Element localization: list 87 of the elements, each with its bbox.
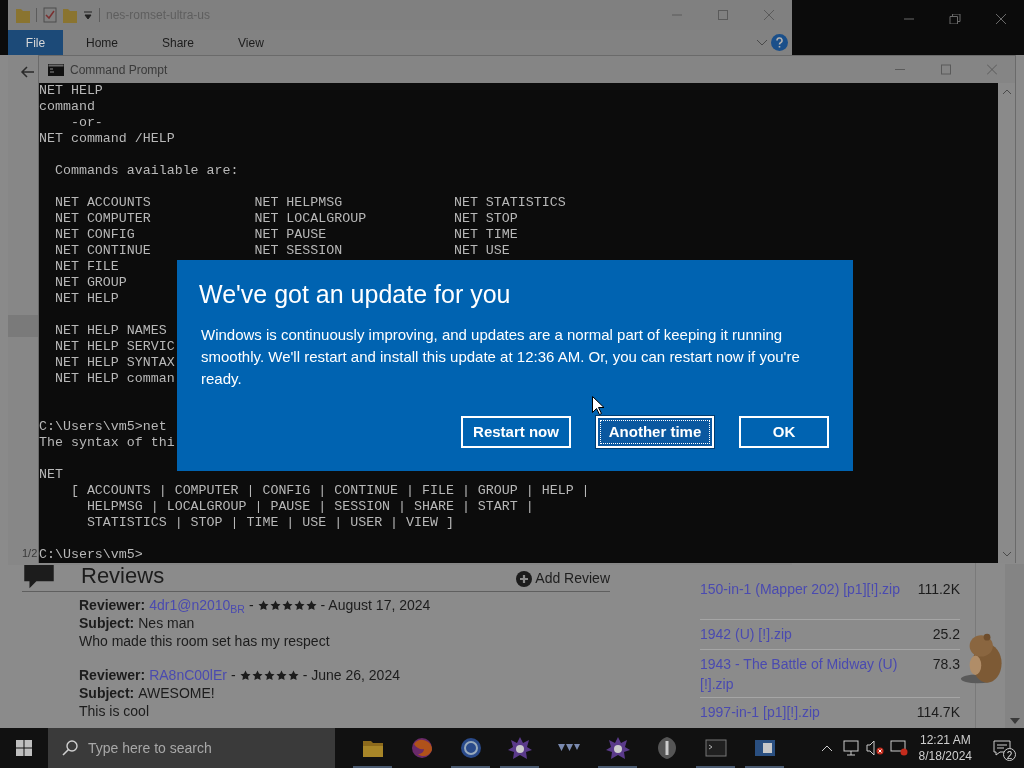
scrollbar[interactable] xyxy=(998,83,1015,563)
volume-muted-icon[interactable] xyxy=(865,740,884,756)
help-icon[interactable] xyxy=(771,34,788,51)
console-line: NET HELP comman xyxy=(53,371,175,387)
ribbon-tab[interactable]: View xyxy=(223,30,279,55)
network-icon[interactable] xyxy=(841,740,860,756)
cursor-icon xyxy=(592,396,604,415)
review-subject: Nes man xyxy=(138,614,195,632)
review-date: - June 26, 2024 xyxy=(302,666,400,684)
dialog-message: Windows is continuously improving, and updates are a normal part of keeping it running smoothly. We'll restart and install this update at 12:36 AM. Or, you can restart now if you're ready. xyxy=(201,325,801,389)
star-icon xyxy=(263,669,275,681)
star-icon xyxy=(239,669,251,681)
scrollbar[interactable] xyxy=(1005,564,1024,728)
file-size: 111.2K xyxy=(917,580,960,599)
console-line: NET HELP xyxy=(39,83,103,99)
dialog-button[interactable]: Restart now xyxy=(461,416,571,448)
review-text: This is cool xyxy=(79,702,151,720)
review-subject: AWESOME! xyxy=(138,684,215,702)
star-icon xyxy=(269,599,281,611)
chevron-up-icon[interactable] xyxy=(820,744,833,752)
ribbon-tab[interactable]: Share xyxy=(147,30,210,55)
separator-text: - xyxy=(248,596,254,614)
console-line: NET HELP xyxy=(53,291,119,307)
console-line: Commands available are: xyxy=(53,163,239,179)
review-date: - August 17, 2024 xyxy=(320,596,431,614)
star-icon xyxy=(275,669,287,681)
star-icon xyxy=(281,599,293,611)
star-icon xyxy=(257,599,269,611)
star-icon xyxy=(287,669,299,681)
console-line: The syntax of thi xyxy=(39,435,175,451)
console-line: NET command /HELP xyxy=(39,131,175,147)
console-line: [ ACCOUNTS | COMPUTER | CONFIG | CONTINUE | FILE | GROUP | HELP | xyxy=(69,483,590,499)
reviewer-label: Reviewer: xyxy=(79,596,146,614)
review-text: Who made this room set has my respect xyxy=(79,632,331,650)
separator-text: - xyxy=(231,666,236,684)
search-field[interactable]: Type here to search xyxy=(48,728,335,768)
clock-time: 12:21 AM xyxy=(919,732,971,748)
add-review-link[interactable]: Add Review xyxy=(535,568,610,589)
star-icon xyxy=(293,599,305,611)
star-icon xyxy=(305,599,317,611)
window-title: Command Prompt xyxy=(70,61,168,79)
star-icon xyxy=(251,669,263,681)
console-line: NET HELP SERVIC xyxy=(53,339,175,355)
notification-button[interactable]: 2 xyxy=(980,728,1024,768)
console-line: NET HELP SYNTAX xyxy=(53,355,175,371)
scroll-down-icon[interactable] xyxy=(1002,552,1011,557)
dropdown-icon[interactable] xyxy=(83,10,93,20)
console-line: C:\Users\vm5> xyxy=(39,547,143,563)
dialog-title: We've got an update for you xyxy=(199,279,512,310)
console-line: NET FILE xyxy=(53,259,119,275)
dialog-button[interactable]: Another time xyxy=(596,416,714,448)
console-line: -or- xyxy=(69,115,103,131)
console-line: NET ACCOUNTS NET HELPMSG NET STATISTICS xyxy=(53,195,566,211)
console-line: C:\Users\vm5>net xyxy=(39,419,167,435)
console-line: NET HELP NAMES xyxy=(53,323,167,339)
scroll-up-icon[interactable] xyxy=(1002,89,1011,94)
file-size: 114.7K xyxy=(916,703,960,722)
dialog-button[interactable]: OK xyxy=(739,416,829,448)
console-line: NET COMPUTER NET LOCALGROUP NET STOP xyxy=(53,211,518,227)
console-line: NET GROUP xyxy=(53,275,127,291)
speech-bubble-icon xyxy=(22,564,56,590)
ribbon-tab[interactable]: File xyxy=(8,30,63,55)
subject-label: Subject: xyxy=(79,614,135,632)
console-icon xyxy=(48,63,64,76)
console-line: HELPMSG | LOCALGROUP | PAUSE | SESSION | SHARE | START | xyxy=(85,499,534,515)
back-arrow-icon[interactable] xyxy=(20,65,34,79)
subject-label: Subject: xyxy=(79,684,135,702)
console-line: STATISTICS | STOP | TIME | USE | USER | VIEW ] xyxy=(85,515,454,531)
section-heading: Reviews xyxy=(81,564,165,588)
chevron-down-icon[interactable] xyxy=(757,39,767,46)
console-line: NET CONTINUE NET SESSION NET USE xyxy=(53,243,510,259)
checklist-icon[interactable] xyxy=(43,7,57,23)
clock-date: 8/18/2024 xyxy=(918,748,972,764)
search-icon xyxy=(62,740,78,756)
file-size: 25.2 xyxy=(932,625,960,644)
status-text: 1/2 xyxy=(22,545,38,561)
console-line: NET CONFIG NET PAUSE NET TIME xyxy=(53,227,518,243)
notification-count: 2 xyxy=(1003,748,1016,761)
file-size: 78.3 xyxy=(932,655,960,674)
clock[interactable]: 12:21 AM 8/18/2024 xyxy=(910,732,980,764)
ribbon-tab[interactable]: Home xyxy=(71,30,133,55)
scroll-down-icon[interactable] xyxy=(1009,718,1020,724)
reviewer-label: Reviewer: xyxy=(79,666,146,684)
plus-circle-icon[interactable] xyxy=(516,570,533,587)
console-line: command xyxy=(39,99,95,115)
monitor-alert-icon[interactable] xyxy=(889,740,908,756)
console-line: NET xyxy=(39,467,63,483)
